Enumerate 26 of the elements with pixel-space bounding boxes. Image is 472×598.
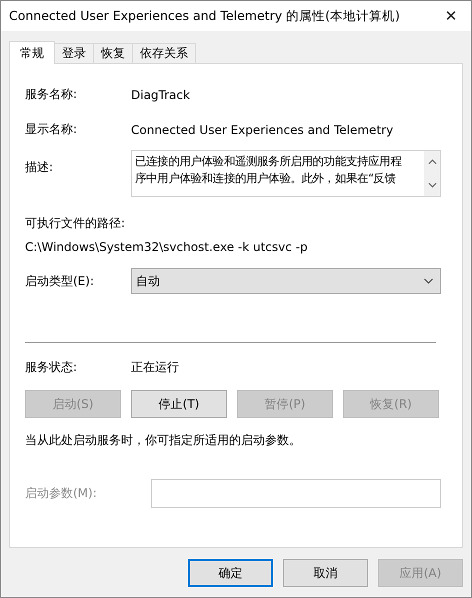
close-button[interactable]: ✕ [431,1,471,31]
description-line: 已连接的用户体验和遥测服务所启用的功能支持应用程 [135,153,402,170]
description-box[interactable]: 已连接的用户体验和遥测服务所启用的功能支持应用程 序中用户体验和连接的用户体验。此外，如果在“反馈 [131,150,441,197]
field-label: 显示名称: [25,121,78,138]
field-label: 启动参数(M): [25,485,98,502]
executable-path: C:\Windows\System32\svchost.exe -k utcsvc -p [25,240,309,254]
field-label: 描述: [25,159,54,176]
scroll-down-icon[interactable] [428,182,436,188]
hint-text: 当从此处启动服务时，你可指定所适用的启动参数。 [25,432,302,449]
dialog-button[interactable]: 取消 [283,559,368,587]
field-label: 服务状态: [25,359,78,376]
service-name-value: DiagTrack [131,88,190,102]
tab[interactable]: 依存关系 [132,43,196,63]
startup-type-dropdown[interactable]: 自动 [131,268,441,294]
window-title: Connected User Experiences and Telemetry 的属性(本地计算机) [9,8,401,24]
field-label: 可执行文件的路径: [25,215,126,232]
display-name-value: Connected User Experiences and Telemetry [131,122,394,136]
scroll-up-icon[interactable] [428,159,436,165]
field-label: 启动类型(E): [25,272,95,290]
field-label: 服务名称: [25,86,78,103]
service-status-value: 正在运行 [131,359,179,376]
service-button[interactable]: 停止(T) [131,390,227,418]
chevron-down-icon [423,278,434,284]
description-line: 序中用户体验和连接的用户体验。此外，如果在“反馈 [135,170,396,187]
tab[interactable]: 常规 [9,41,55,64]
dialog-button[interactable]: 确定 [188,559,273,587]
